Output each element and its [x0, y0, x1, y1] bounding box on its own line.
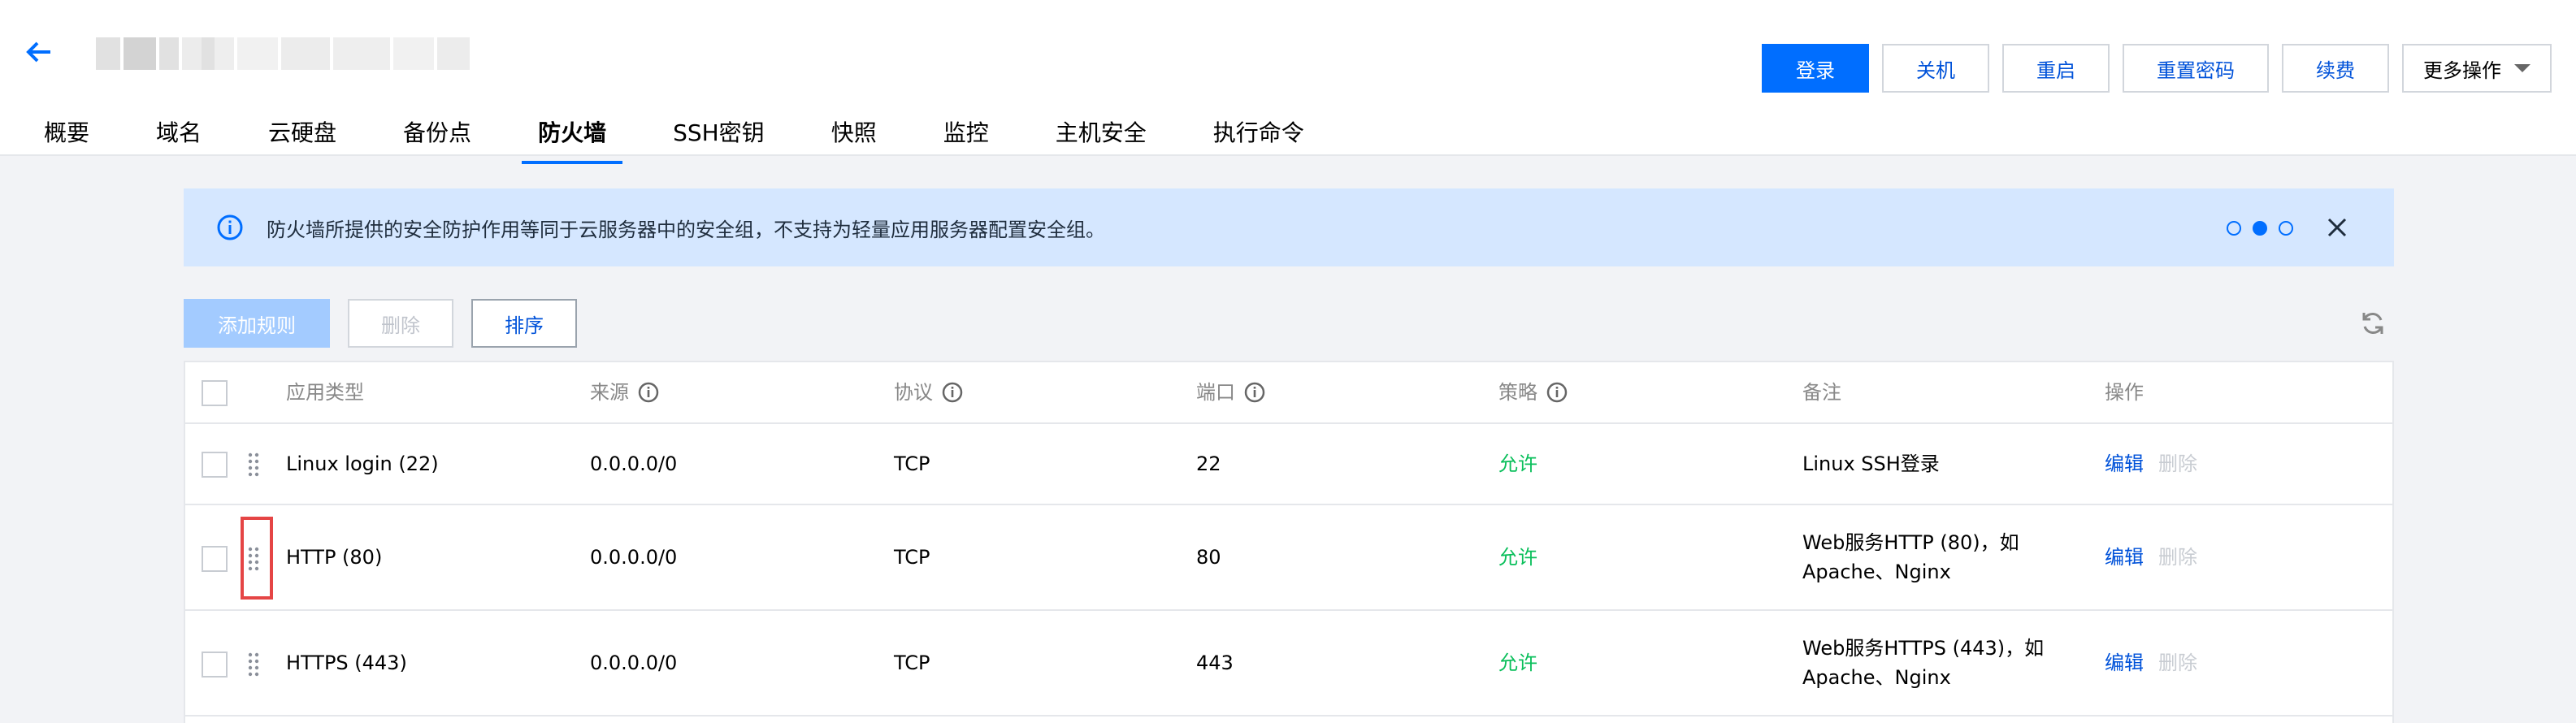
cell-policy: 允许: [1498, 452, 1537, 475]
info-icon: [217, 214, 243, 240]
table-row: Linux login (22) 0.0.0.0/0 TCP 22 允许 Lin…: [185, 424, 2392, 505]
drag-handle-icon[interactable]: [247, 546, 260, 572]
edit-rule-link[interactable]: 编辑: [2105, 543, 2144, 572]
delete-rule-link[interactable]: 删除: [2158, 449, 2197, 478]
cell-source: 0.0.0.0/0: [590, 452, 678, 475]
notice-page-dot[interactable]: [2227, 221, 2241, 236]
cell-port: 443: [1196, 652, 1234, 674]
more-actions-label: 更多操作: [2423, 58, 2501, 82]
tab-firewall[interactable]: 防火墙: [522, 115, 623, 164]
cell-remark: Web服务HTTP (80)，如 Apache、Nginx: [1802, 505, 2019, 609]
row-checkbox[interactable]: [202, 546, 228, 572]
reset-password-button[interactable]: 重置密码: [2123, 44, 2269, 93]
cell-port: 80: [1196, 546, 1221, 569]
refresh-icon[interactable]: [2358, 309, 2387, 338]
delete-rule-button[interactable]: 删除: [348, 299, 453, 348]
edit-rule-link[interactable]: 编辑: [2105, 449, 2144, 478]
instance-actions: 登录 关机 重启 重置密码 续费 更多操作: [1762, 44, 2552, 93]
cell-remark: Linux SSH登录: [1802, 424, 1940, 504]
col-remark: 备注: [1802, 381, 1841, 404]
header: 登录 关机 重启 重置密码 续费 更多操作 概要 域名 云硬盘 备份点 防火墙 …: [0, 0, 2576, 164]
cell-source: 0.0.0.0/0: [590, 546, 678, 569]
cell-protocol: TCP: [894, 452, 930, 475]
chevron-down-icon: [2514, 64, 2530, 72]
table-row: HTTP (80) 0.0.0.0/0 TCP 80 允许 Web服务HTTP …: [185, 505, 2392, 611]
tab-host-security[interactable]: 主机安全: [1056, 115, 1147, 162]
remark-line: Apache、Nginx: [1802, 666, 1951, 689]
close-icon[interactable]: [2322, 213, 2352, 242]
notice-text: 防火墙所提供的安全防护作用等同于云服务器中的安全组，不支持为轻量应用服务器配置安…: [267, 218, 1105, 241]
tab-run-command[interactable]: 执行命令: [1213, 115, 1304, 162]
tab-ssh-key[interactable]: SSH密钥: [673, 115, 765, 162]
cell-app-type: HTTP (80): [286, 546, 383, 569]
question-icon[interactable]: [1546, 381, 1568, 404]
cell-port: 22: [1196, 452, 1221, 475]
cell-protocol: TCP: [894, 652, 930, 674]
tab-overview[interactable]: 概要: [44, 115, 89, 162]
instance-name-redacted: [96, 37, 215, 70]
col-app-type: 应用类型: [286, 381, 364, 404]
shutdown-button[interactable]: 关机: [1882, 44, 1989, 93]
question-icon[interactable]: [1243, 381, 1266, 404]
instance-id-redacted: [202, 37, 470, 70]
row-checkbox[interactable]: [202, 652, 228, 678]
arrow-left-icon[interactable]: [23, 36, 55, 68]
drag-handle-icon[interactable]: [247, 652, 260, 678]
cell-app-type: HTTPS (443): [286, 652, 407, 674]
info-notice-banner: 防火墙所提供的安全防护作用等同于云服务器中的安全组，不支持为轻量应用服务器配置安…: [184, 188, 2394, 266]
notice-page-dot-active[interactable]: [2253, 221, 2267, 236]
remark-line: Web服务HTTPS (443)，如: [1802, 637, 2045, 660]
login-button[interactable]: 登录: [1762, 44, 1869, 93]
edit-rule-link[interactable]: 编辑: [2105, 648, 2144, 678]
cell-ops: 编辑 删除: [2105, 424, 2197, 504]
remark-line: Apache、Nginx: [1802, 561, 1951, 583]
drag-handle-icon[interactable]: [247, 452, 260, 478]
notice-page-dot[interactable]: [2279, 221, 2293, 236]
tab-snapshot[interactable]: 快照: [831, 115, 877, 162]
row-checkbox[interactable]: [202, 452, 228, 478]
add-rule-button[interactable]: 添加规则: [184, 299, 330, 348]
sort-rules-button[interactable]: 排序: [471, 299, 577, 348]
cell-source: 0.0.0.0/0: [590, 652, 678, 674]
col-protocol: 协议: [894, 362, 964, 422]
renew-button[interactable]: 续费: [2282, 44, 2389, 93]
col-source: 来源: [590, 362, 660, 422]
tab-cloud-disk[interactable]: 云硬盘: [268, 115, 336, 162]
cell-remark: Web服务HTTPS (443)，如 Apache、Nginx: [1802, 611, 2044, 715]
cell-ops: 编辑 删除: [2105, 611, 2197, 715]
tab-monitor[interactable]: 监控: [943, 115, 989, 162]
select-all-checkbox[interactable]: [202, 380, 228, 406]
delete-rule-link[interactable]: 删除: [2158, 543, 2197, 572]
col-ops: 操作: [2105, 381, 2144, 404]
question-icon[interactable]: [637, 381, 660, 404]
tab-domain[interactable]: 域名: [156, 115, 202, 162]
tab-bar: 概要 域名 云硬盘 备份点 防火墙 SSH密钥 快照 监控 主机安全 执行命令: [44, 115, 1304, 164]
cell-app-type: Linux login (22): [286, 452, 439, 475]
cell-policy: 允许: [1498, 652, 1537, 674]
cell-ops: 编辑 删除: [2105, 505, 2197, 609]
col-port: 端口: [1196, 362, 1266, 422]
question-icon[interactable]: [941, 381, 964, 404]
restart-button[interactable]: 重启: [2002, 44, 2110, 93]
delete-rule-link[interactable]: 删除: [2158, 648, 2197, 678]
more-actions-dropdown[interactable]: 更多操作: [2402, 44, 2552, 93]
col-policy: 策略: [1498, 362, 1568, 422]
cell-protocol: TCP: [894, 546, 930, 569]
firewall-rules-table: 应用类型 来源 协议 端口 策略 备注 操作 Linux login (22) …: [184, 361, 2394, 723]
tab-backup[interactable]: 备份点: [403, 115, 471, 162]
remark-line: Web服务HTTP (80)，如: [1802, 531, 2019, 554]
table-header-row: 应用类型 来源 协议 端口 策略 备注 操作: [185, 362, 2392, 424]
table-row: HTTPS (443) 0.0.0.0/0 TCP 443 允许 Web服务HT…: [185, 611, 2392, 717]
notice-pager: [2227, 221, 2293, 236]
rule-toolbar: 添加规则 删除 排序: [184, 299, 577, 348]
remark-line: Linux SSH登录: [1802, 452, 1940, 475]
cell-policy: 允许: [1498, 546, 1537, 569]
